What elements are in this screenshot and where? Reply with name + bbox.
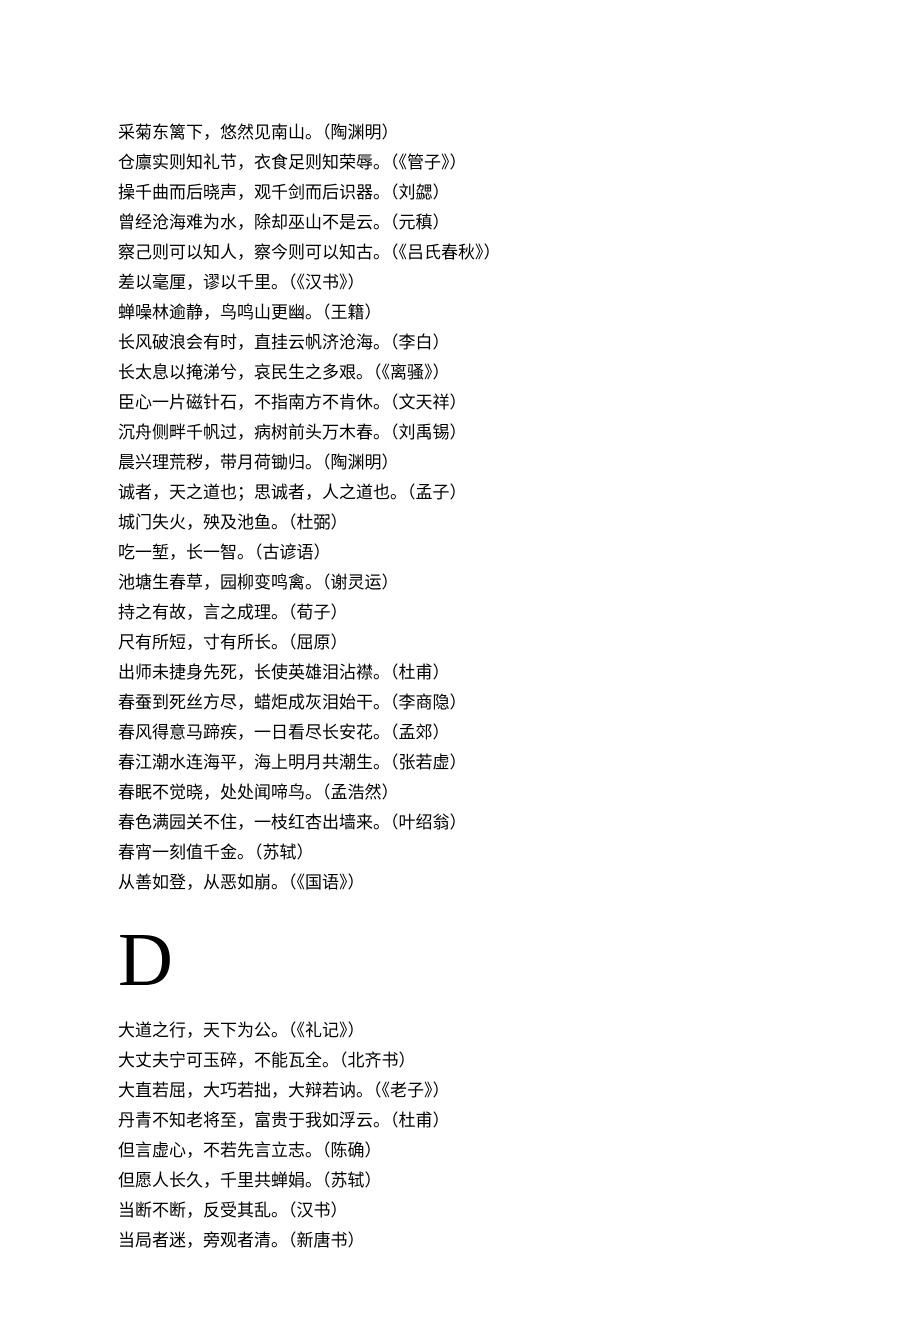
quote-line: 但愿人长久，千里共蝉娟。（苏轼） [118, 1166, 802, 1196]
quote-line: 春色满园关不住，一枝红杏出墙来。（叶绍翁） [118, 808, 802, 838]
quote-line: 诚者，天之道也；思诚者，人之道也。（孟子） [118, 478, 802, 508]
quote-line: 从善如登，从恶如崩。（《国语》） [118, 868, 802, 898]
quote-line: 大道之行，天下为公。（《礼记》） [118, 1016, 802, 1046]
quote-line: 春眠不觉晓，处处闻啼鸟。（孟浩然） [118, 778, 802, 808]
quote-line: 差以毫厘，谬以千里。（《汉书》） [118, 268, 802, 298]
quote-line: 当断不断，反受其乱。（汉书） [118, 1196, 802, 1226]
quote-line: 晨兴理荒秽，带月荷锄归。（陶渊明） [118, 448, 802, 478]
quote-line: 春风得意马蹄疾，一日看尽长安花。（孟郊） [118, 718, 802, 748]
quote-line: 操千曲而后晓声，观千剑而后识器。（刘勰） [118, 178, 802, 208]
quote-line: 城门失火，殃及池鱼。（杜弼） [118, 508, 802, 538]
quote-line: 大直若屈，大巧若拙，大辩若讷。（《老子》） [118, 1076, 802, 1106]
quote-line: 沉舟侧畔千帆过，病树前头万木春。（刘禹锡） [118, 418, 802, 448]
quote-line: 大丈夫宁可玉碎，不能瓦全。（北齐书） [118, 1046, 802, 1076]
section-d-header: D [118, 922, 802, 998]
quote-line: 当局者迷，旁观者清。（新唐书） [118, 1226, 802, 1256]
quote-line: 丹青不知老将至，富贵于我如浮云。（杜甫） [118, 1106, 802, 1136]
quote-line: 但言虚心，不若先言立志。（陈确） [118, 1136, 802, 1166]
quote-line: 尺有所短，寸有所长。（屈原） [118, 628, 802, 658]
quote-line: 察己则可以知人，察今则可以知古。（《吕氏春秋》） [118, 238, 802, 268]
quote-line: 春江潮水连海平，海上明月共潮生。（张若虚） [118, 748, 802, 778]
quote-line: 出师未捷身先死，长使英雄泪沾襟。（杜甫） [118, 658, 802, 688]
quote-line: 池塘生春草，园柳变鸣禽。（谢灵运） [118, 568, 802, 598]
quote-line: 长风破浪会有时，直挂云帆济沧海。（李白） [118, 328, 802, 358]
quote-line: 臣心一片磁针石，不指南方不肯休。（文天祥） [118, 388, 802, 418]
quote-line: 吃一堑，长一智。（古谚语） [118, 538, 802, 568]
quote-line: 春蚕到死丝方尽，蜡炬成灰泪始干。（李商隐） [118, 688, 802, 718]
section-d-content: 大道之行，天下为公。（《礼记》） 大丈夫宁可玉碎，不能瓦全。（北齐书） 大直若屈… [118, 1016, 802, 1256]
quote-line: 蝉噪林逾静，鸟鸣山更幽。（王籍） [118, 298, 802, 328]
quote-line: 仓廪实则知礼节，衣食足则知荣辱。（《管子》） [118, 148, 802, 178]
quote-line: 曾经沧海难为水，除却巫山不是云。（元稹） [118, 208, 802, 238]
quote-line: 持之有故，言之成理。（荀子） [118, 598, 802, 628]
quote-line: 采菊东篱下，悠然见南山。（陶渊明） [118, 118, 802, 148]
quote-line: 春宵一刻值千金。（苏轼） [118, 838, 802, 868]
section-c-content: 采菊东篱下，悠然见南山。（陶渊明） 仓廪实则知礼节，衣食足则知荣辱。（《管子》）… [118, 118, 802, 898]
quote-line: 长太息以掩涕兮，哀民生之多艰。（《离骚》） [118, 358, 802, 388]
